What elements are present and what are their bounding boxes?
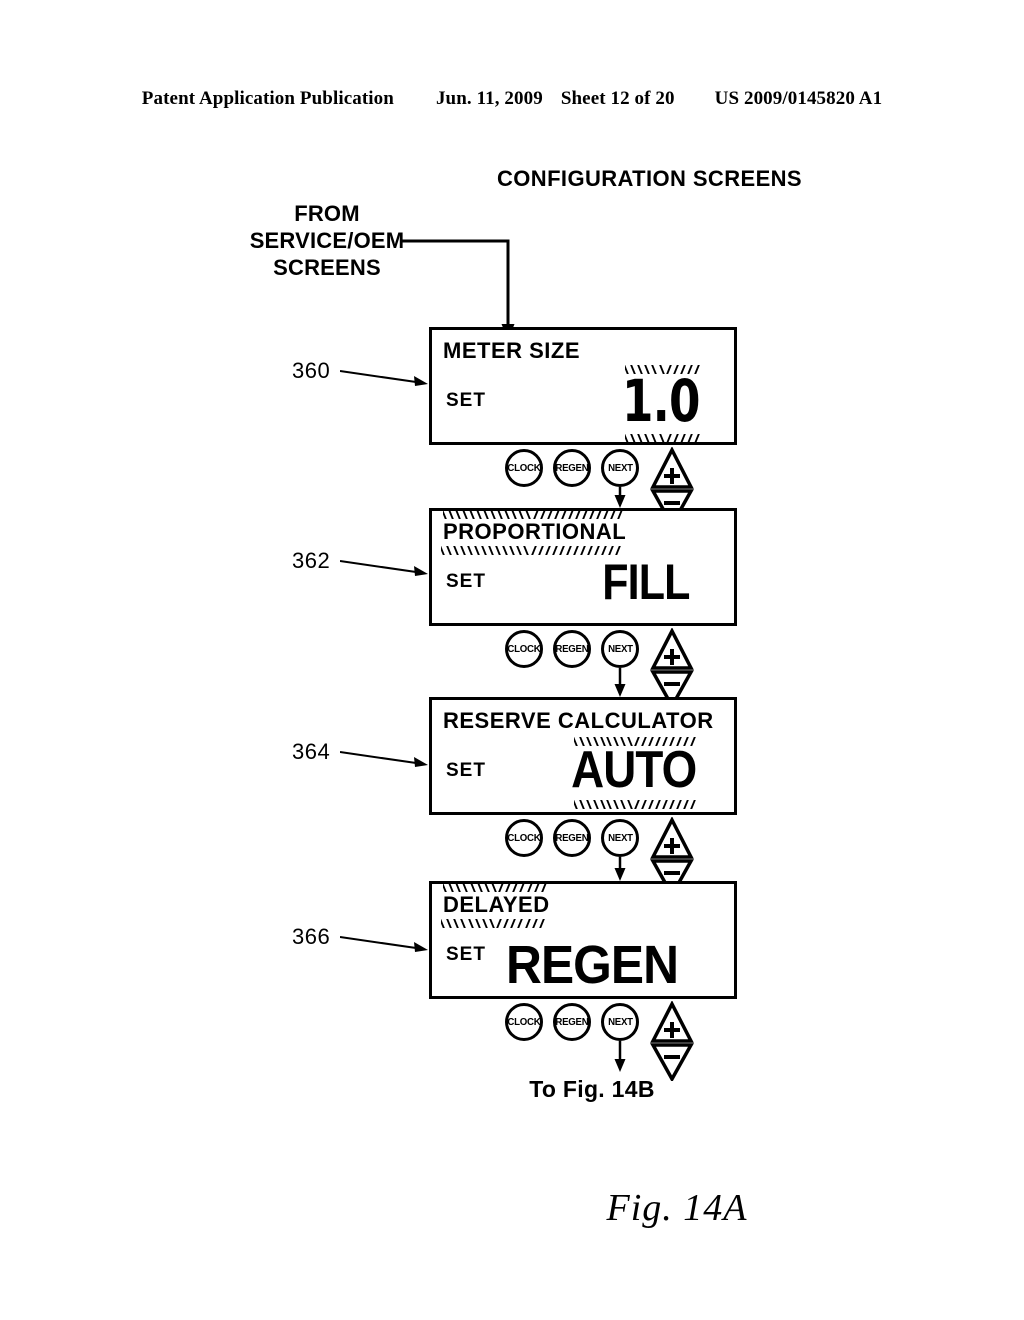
entry-source-line-1: FROM	[294, 201, 360, 226]
increment-up-button	[650, 1000, 694, 1043]
leader-line	[339, 552, 432, 586]
flow-arrow	[610, 1041, 630, 1072]
next-button[interactable]: NEXT	[601, 819, 639, 857]
next-button-label: NEXT	[607, 1016, 633, 1028]
reference-number: 364	[292, 739, 331, 764]
regen-button-label: REGEN	[555, 1016, 589, 1028]
screen-value: AUTO	[570, 741, 697, 799]
patent-figure-page: Patent Application Publication Jun. 11, …	[0, 0, 1024, 1320]
entry-source-line-3: SCREENS	[273, 255, 381, 280]
exit-label: To Fig. 14B	[529, 1076, 655, 1102]
blink-indicator	[573, 800, 699, 809]
regen-button-label: REGEN	[555, 643, 589, 655]
clock-button-label: CLOCK	[507, 643, 541, 655]
decrement-down-button	[650, 1043, 694, 1083]
patent-header: Patent Application Publication Jun. 11, …	[0, 88, 1024, 110]
regen-button[interactable]: REGEN	[553, 819, 591, 857]
clock-button[interactable]: CLOCK	[505, 449, 543, 487]
set-label: SET	[446, 390, 486, 411]
up-down-buttons	[650, 1000, 694, 1083]
lcd-screen-panel: PROPORTIONAL SET FILL	[429, 508, 737, 626]
keypad-button-row: CLOCK REGEN NEXT	[429, 816, 737, 899]
clock-button[interactable]: CLOCK	[505, 630, 543, 668]
entry-source-line-2: SERVICE/OEM	[249, 228, 405, 253]
clock-button-label: CLOCK	[507, 1016, 541, 1028]
increment-up-button	[650, 627, 694, 670]
screen-title: METER SIZE	[443, 338, 581, 363]
blink-indicator	[441, 919, 548, 928]
keypad-button-row: CLOCK REGEN NEXT	[429, 627, 737, 710]
next-button[interactable]: NEXT	[601, 630, 639, 668]
regen-button[interactable]: REGEN	[553, 1003, 591, 1041]
next-button-label: NEXT	[607, 462, 633, 474]
increment-up-button	[650, 816, 694, 859]
blink-indicator	[441, 546, 624, 555]
regen-button-label: REGEN	[555, 832, 589, 844]
increment-up-button	[650, 446, 694, 489]
lcd-screen-panel: RESERVE CALCULATOR SET AUTO	[429, 697, 737, 815]
screen-title: DELAYED	[443, 892, 550, 917]
screen-title: PROPORTIONAL	[443, 519, 627, 544]
set-label: SET	[446, 571, 486, 592]
reference-number: 360	[292, 358, 331, 383]
up-down-buttons	[650, 627, 694, 710]
clock-button[interactable]: CLOCK	[505, 1003, 543, 1041]
leader-line	[339, 928, 432, 962]
keypad-button-row: CLOCK REGEN NEXT	[429, 1000, 737, 1083]
leader-line	[339, 362, 432, 396]
keypad-button-row: CLOCK REGEN NEXT	[429, 446, 737, 529]
figure-label: Fig. 14A	[606, 1187, 748, 1229]
next-button-label: NEXT	[607, 832, 633, 844]
screen-title: RESERVE CALCULATOR	[443, 708, 714, 733]
diagram-title: CONFIGURATION SCREENS	[497, 166, 803, 191]
publication-date: Jun. 11, 2009	[435, 88, 543, 109]
lcd-screen-panel: DELAYED SET REGEN	[429, 881, 737, 999]
screen-value: 1.0	[622, 367, 701, 435]
clock-button-label: CLOCK	[507, 462, 541, 474]
regen-button[interactable]: REGEN	[553, 449, 591, 487]
blink-indicator	[443, 510, 626, 519]
clock-button[interactable]: CLOCK	[505, 819, 543, 857]
next-button-label: NEXT	[607, 643, 633, 655]
flow-arrow	[610, 487, 630, 508]
next-button[interactable]: NEXT	[601, 449, 639, 487]
reference-number: 366	[292, 924, 331, 949]
next-button[interactable]: NEXT	[601, 1003, 639, 1041]
screen-value: FILL	[602, 554, 691, 610]
entry-source-label: FROM SERVICE/OEM SCREENS	[232, 200, 422, 281]
reference-number: 362	[292, 548, 331, 573]
publication-text: Patent Application Publication	[141, 88, 394, 109]
set-label: SET	[446, 760, 486, 781]
set-label: SET	[446, 944, 486, 965]
regen-button[interactable]: REGEN	[553, 630, 591, 668]
blink-indicator	[443, 883, 550, 892]
screen-value: REGEN	[506, 935, 679, 995]
sheet-number: Sheet 12 of 20	[560, 88, 675, 109]
regen-button-label: REGEN	[555, 462, 589, 474]
document-number: US 2009/0145820 A1	[714, 88, 883, 109]
flow-arrow	[610, 857, 630, 881]
lcd-screen-panel: METER SIZE SET 1.0	[429, 327, 737, 445]
flow-arrow	[610, 668, 630, 697]
entry-connector	[400, 228, 540, 343]
clock-button-label: CLOCK	[507, 832, 541, 844]
leader-line	[339, 743, 432, 777]
blink-indicator	[625, 434, 703, 443]
